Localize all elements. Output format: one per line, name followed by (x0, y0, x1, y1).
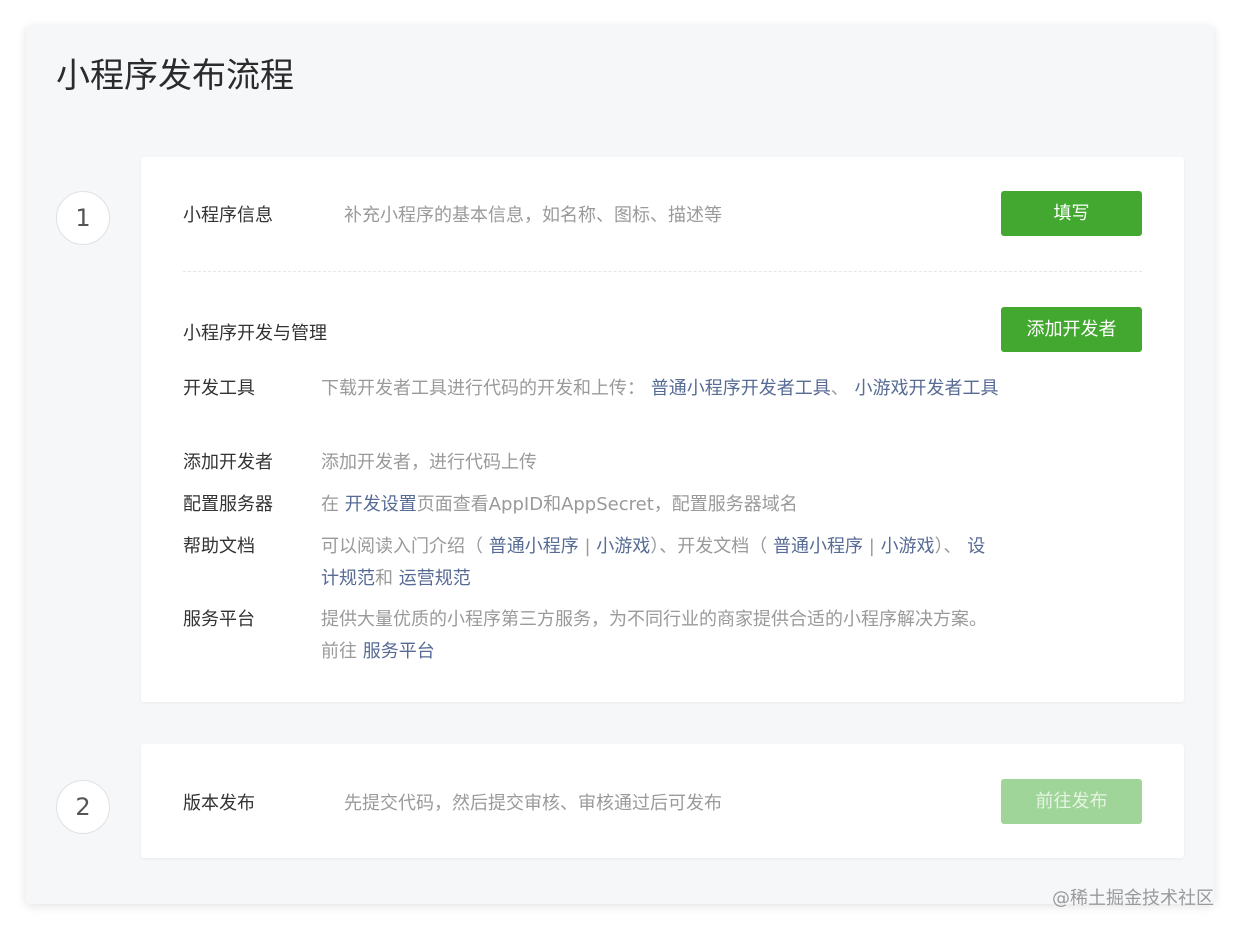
dev-management-title: 小程序开发与管理 (183, 323, 327, 344)
add-developer-button[interactable]: 添加开发者 (1001, 307, 1142, 352)
link-normal-devtools[interactable]: 普通小程序开发者工具 (651, 378, 831, 399)
row-label: 帮助文档 (183, 536, 255, 557)
row-text-part: 页面查看AppID和AppSecret，配置服务器域名 (416, 494, 798, 515)
version-release-desc: 先提交代码，然后提交审核、审核通过后可发布 (344, 793, 722, 814)
row-text: 下载开发者工具进行代码的开发和上传： 普通小程序开发者工具、 小游戏开发者工具 (321, 373, 1001, 405)
miniprogram-info-desc: 补充小程序的基本信息，如名称、图标、描述等 (344, 205, 722, 226)
link-intro-minigame[interactable]: 小游戏 (596, 536, 650, 557)
row-text: 在 开发设置页面查看AppID和AppSecret，配置服务器域名 (321, 489, 1001, 521)
row-text-part: 、 (830, 378, 849, 399)
row-text-part: 在 (321, 494, 339, 515)
go-publish-button[interactable]: 前往发布 (1001, 779, 1142, 824)
link-minigame-devtools[interactable]: 小游戏开发者工具 (854, 378, 998, 399)
row-label: 添加开发者 (183, 452, 273, 473)
row-text-part: 和 (375, 568, 393, 589)
link-docs-minigame[interactable]: 小游戏 (881, 536, 935, 557)
step-number-2: 2 (56, 780, 110, 834)
row-label: 服务平台 (183, 609, 255, 630)
link-dev-settings[interactable]: 开发设置 (345, 494, 417, 515)
row-label: 配置服务器 (183, 494, 273, 515)
step-2-card: 版本发布 先提交代码，然后提交审核、审核通过后可发布 前往发布 (141, 744, 1184, 858)
step-1-card: 小程序信息 补充小程序的基本信息，如名称、图标、描述等 填写 小程序开发与管理 … (141, 157, 1184, 702)
row-text: 提供大量优质的小程序第三方服务，为不同行业的商家提供合适的小程序解决方案。前往 … (321, 604, 1001, 668)
link-service-platform[interactable]: 服务平台 (363, 641, 435, 662)
row-text: 添加开发者，进行代码上传 (321, 447, 1001, 479)
fill-in-button[interactable]: 填写 (1001, 191, 1142, 236)
row-label: 开发工具 (183, 378, 255, 399)
page-title: 小程序发布流程 (56, 56, 294, 96)
row-text-part: 下载开发者工具进行代码的开发和上传： (321, 378, 645, 399)
page: 小程序发布流程 1 小程序信息 补充小程序的基本信息，如名称、图标、描述等 填写… (0, 0, 1240, 930)
divider (183, 271, 1142, 272)
row-text-part: ）、开发文档（ (650, 536, 768, 557)
row-text-part: 添加开发者，进行代码上传 (321, 452, 537, 473)
version-release-label: 版本发布 (183, 793, 255, 814)
watermark: @稀土掘金技术社区 (1052, 888, 1214, 909)
miniprogram-info-label: 小程序信息 (183, 205, 273, 226)
row-text-part: | (868, 536, 875, 557)
row-text: 可以阅读入门介绍（ 普通小程序 | 小游戏）、开发文档（ 普通小程序 | 小游戏… (321, 531, 1001, 595)
step-number-1: 1 (56, 191, 110, 245)
link-intro-miniprogram[interactable]: 普通小程序 (489, 536, 579, 557)
link-operation-spec[interactable]: 运营规范 (399, 568, 471, 589)
publish-flow-panel: 小程序发布流程 1 小程序信息 补充小程序的基本信息，如名称、图标、描述等 填写… (26, 26, 1214, 904)
row-text-part: 可以阅读入门介绍（ (321, 536, 483, 557)
row-text-part: ）、 (934, 536, 962, 557)
row-text-part: | (584, 536, 591, 557)
link-docs-miniprogram[interactable]: 普通小程序 (773, 536, 863, 557)
